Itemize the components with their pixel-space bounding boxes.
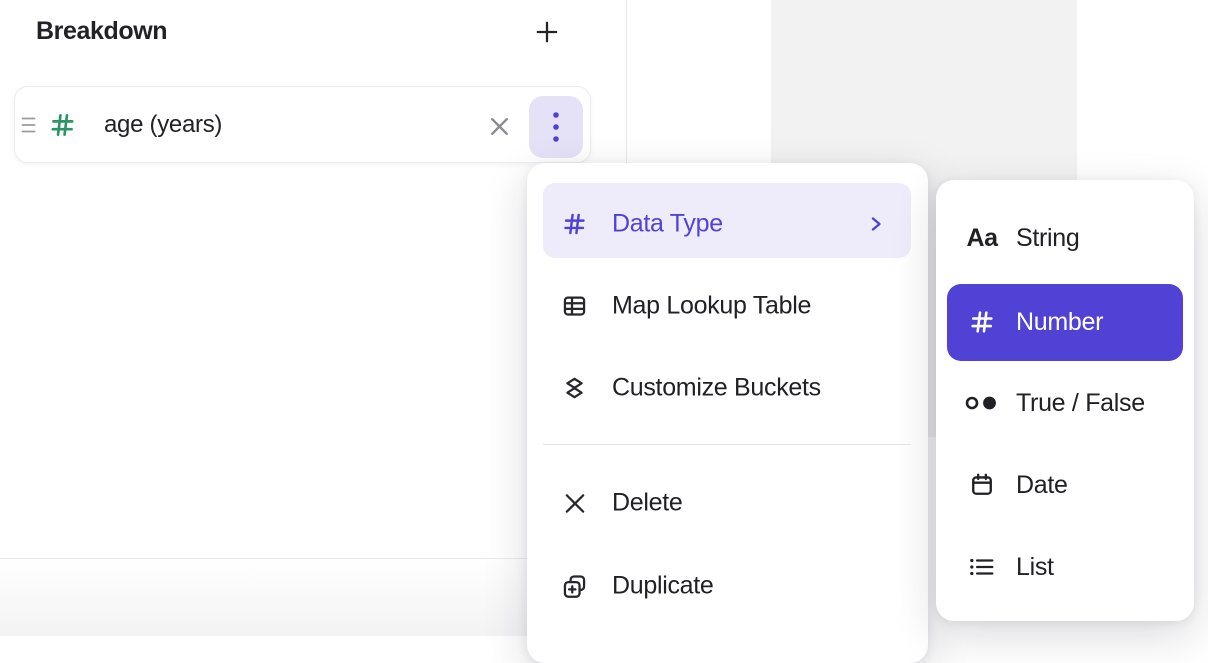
- submenu-item-label: List: [1016, 553, 1054, 582]
- submenu-item-string[interactable]: Aa String: [963, 223, 1080, 253]
- boolean-circles-icon: [963, 388, 1001, 418]
- menu-item-customize-buckets[interactable]: Customize Buckets: [561, 374, 821, 403]
- breakdown-field-card[interactable]: age (years): [14, 86, 591, 163]
- footer-shade: [0, 559, 528, 636]
- menu-item-map-lookup-table[interactable]: Map Lookup Table: [561, 292, 811, 321]
- submenu-item-date[interactable]: Date: [963, 470, 1068, 500]
- chevron-right-icon: [869, 214, 883, 234]
- add-breakdown-button[interactable]: [531, 16, 563, 48]
- submenu-item-true-false[interactable]: True / False: [963, 388, 1145, 418]
- panel-divider: [626, 0, 627, 163]
- submenu-item-label: String: [1016, 224, 1080, 253]
- calendar-icon: [963, 470, 1001, 500]
- menu-item-label: Duplicate: [612, 572, 714, 601]
- hash-icon: [561, 211, 588, 238]
- submenu-item-number[interactable]: Number: [963, 307, 1103, 337]
- duplicate-icon: [561, 573, 588, 600]
- menu-item-label: Delete: [612, 489, 682, 518]
- menu-item-data-type[interactable]: Data Type: [561, 210, 723, 239]
- Aa-icon: Aa: [963, 223, 1001, 253]
- x-icon: [561, 490, 588, 517]
- list-icon: [963, 552, 1001, 582]
- menu-item-delete[interactable]: Delete: [561, 489, 682, 518]
- menu-item-label: Customize Buckets: [612, 374, 821, 403]
- kebab-icon: [552, 111, 560, 143]
- hash-icon: [963, 307, 1001, 337]
- submenu-item-label: True / False: [1016, 389, 1145, 418]
- field-name-label: age (years): [104, 111, 222, 139]
- number-type-icon: [48, 110, 77, 139]
- layers-icon: [561, 375, 588, 402]
- submenu-item-list[interactable]: List: [963, 552, 1054, 582]
- menu-item-label: Data Type: [612, 210, 723, 239]
- page-title: Breakdown: [36, 17, 167, 46]
- app-root: Breakdown age (years): [0, 0, 1208, 636]
- plus-icon: [534, 19, 560, 45]
- field-options-menu: Data Type Map Lookup Table Customize Buc…: [527, 163, 928, 663]
- menu-item-duplicate[interactable]: Duplicate: [561, 572, 714, 601]
- remove-field-button[interactable]: [481, 108, 517, 144]
- menu-item-label: Map Lookup Table: [612, 292, 811, 321]
- submenu-item-label: Date: [1016, 471, 1068, 500]
- menu-divider: [543, 444, 911, 445]
- drag-handle-icon[interactable]: [21, 116, 36, 133]
- submenu-item-label: Number: [1016, 308, 1103, 337]
- table-icon: [561, 293, 588, 320]
- data-type-submenu: Aa String Number True / False Date: [936, 180, 1194, 621]
- close-icon: [487, 114, 512, 139]
- field-options-button[interactable]: [529, 96, 583, 158]
